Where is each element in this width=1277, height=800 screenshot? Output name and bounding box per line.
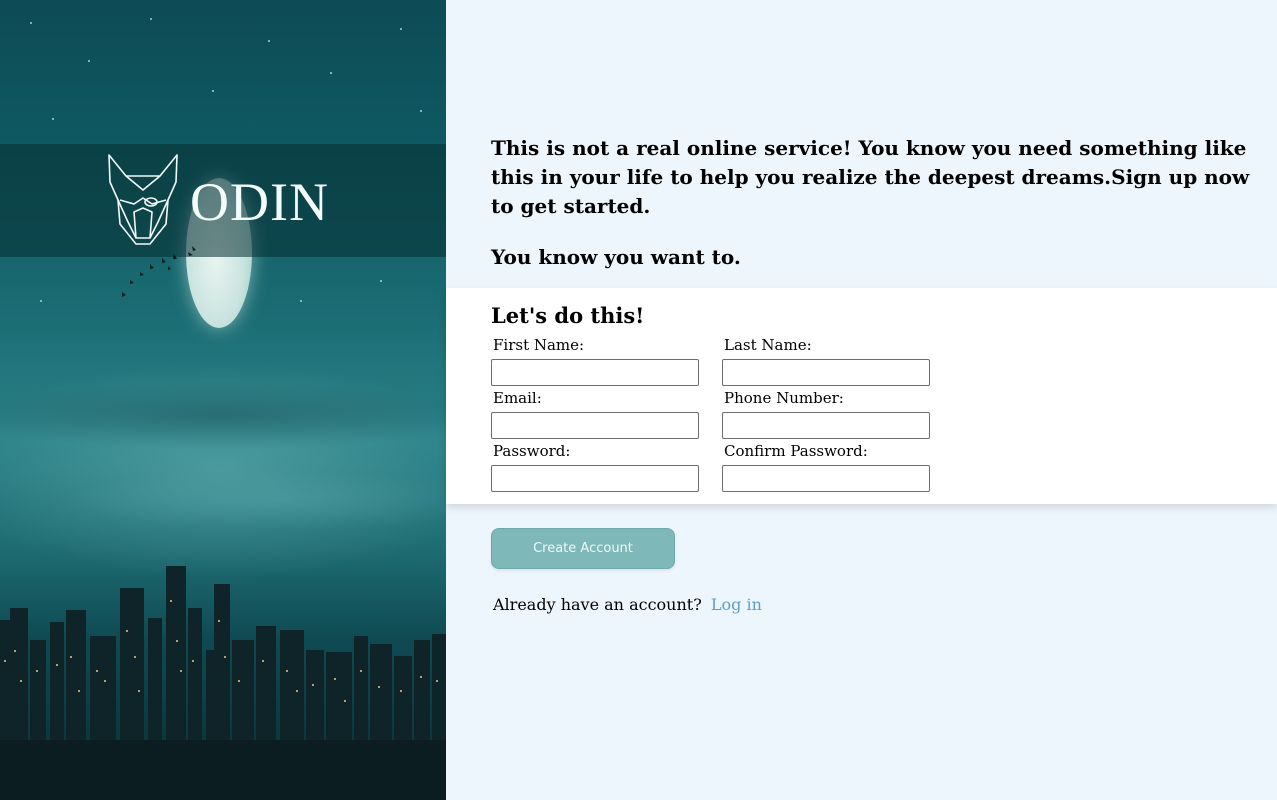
star	[40, 300, 42, 302]
password-label: Password:	[493, 442, 571, 460]
signup-form: Let's do this! First Name: Last Name: Em…	[446, 288, 1277, 504]
password-group: Password:	[491, 442, 699, 492]
star	[88, 60, 90, 62]
star	[400, 28, 402, 30]
first-name-input[interactable]	[491, 359, 699, 386]
email-group: Email:	[491, 389, 699, 439]
email-label: Email:	[493, 389, 542, 407]
confirm-password-input[interactable]	[722, 465, 930, 492]
login-link[interactable]: Log in	[711, 595, 762, 614]
cloud	[60, 470, 446, 530]
intro: This is not a real online service! You k…	[491, 134, 1251, 272]
city-skyline	[0, 566, 446, 800]
create-account-button[interactable]: Create Account	[491, 528, 675, 569]
star	[30, 22, 32, 24]
star	[330, 72, 332, 74]
birds-silhouette	[122, 246, 196, 297]
viking-helmet-icon	[108, 154, 178, 245]
star	[300, 300, 302, 302]
form-title: Let's do this!	[491, 303, 645, 328]
login-prompt-text: Already have an account?	[493, 595, 702, 614]
intro-paragraph: This is not a real online service! You k…	[491, 136, 1250, 218]
star	[212, 90, 214, 92]
star	[52, 118, 54, 120]
last-name-input[interactable]	[722, 359, 930, 386]
phone-input[interactable]	[722, 412, 930, 439]
confirm-password-group: Confirm Password:	[722, 442, 930, 492]
first-name-group: First Name:	[491, 336, 699, 386]
star	[420, 110, 422, 112]
last-name-label: Last Name:	[724, 336, 812, 354]
confirm-password-label: Confirm Password:	[724, 442, 868, 460]
star	[380, 280, 382, 282]
login-prompt: Already have an account? Log in	[493, 594, 762, 616]
star	[150, 18, 152, 20]
brand-name: ODIN	[190, 172, 329, 232]
intro-tagline: You know you want to.	[491, 245, 741, 269]
phone-group: Phone Number:	[722, 389, 930, 439]
email-input[interactable]	[491, 412, 699, 439]
first-name-label: First Name:	[493, 336, 585, 354]
cloud	[0, 380, 446, 450]
star	[268, 40, 270, 42]
hero-panel: ODIN	[0, 0, 446, 800]
last-name-group: Last Name:	[722, 336, 930, 386]
phone-label: Phone Number:	[724, 389, 844, 407]
password-input[interactable]	[491, 465, 699, 492]
